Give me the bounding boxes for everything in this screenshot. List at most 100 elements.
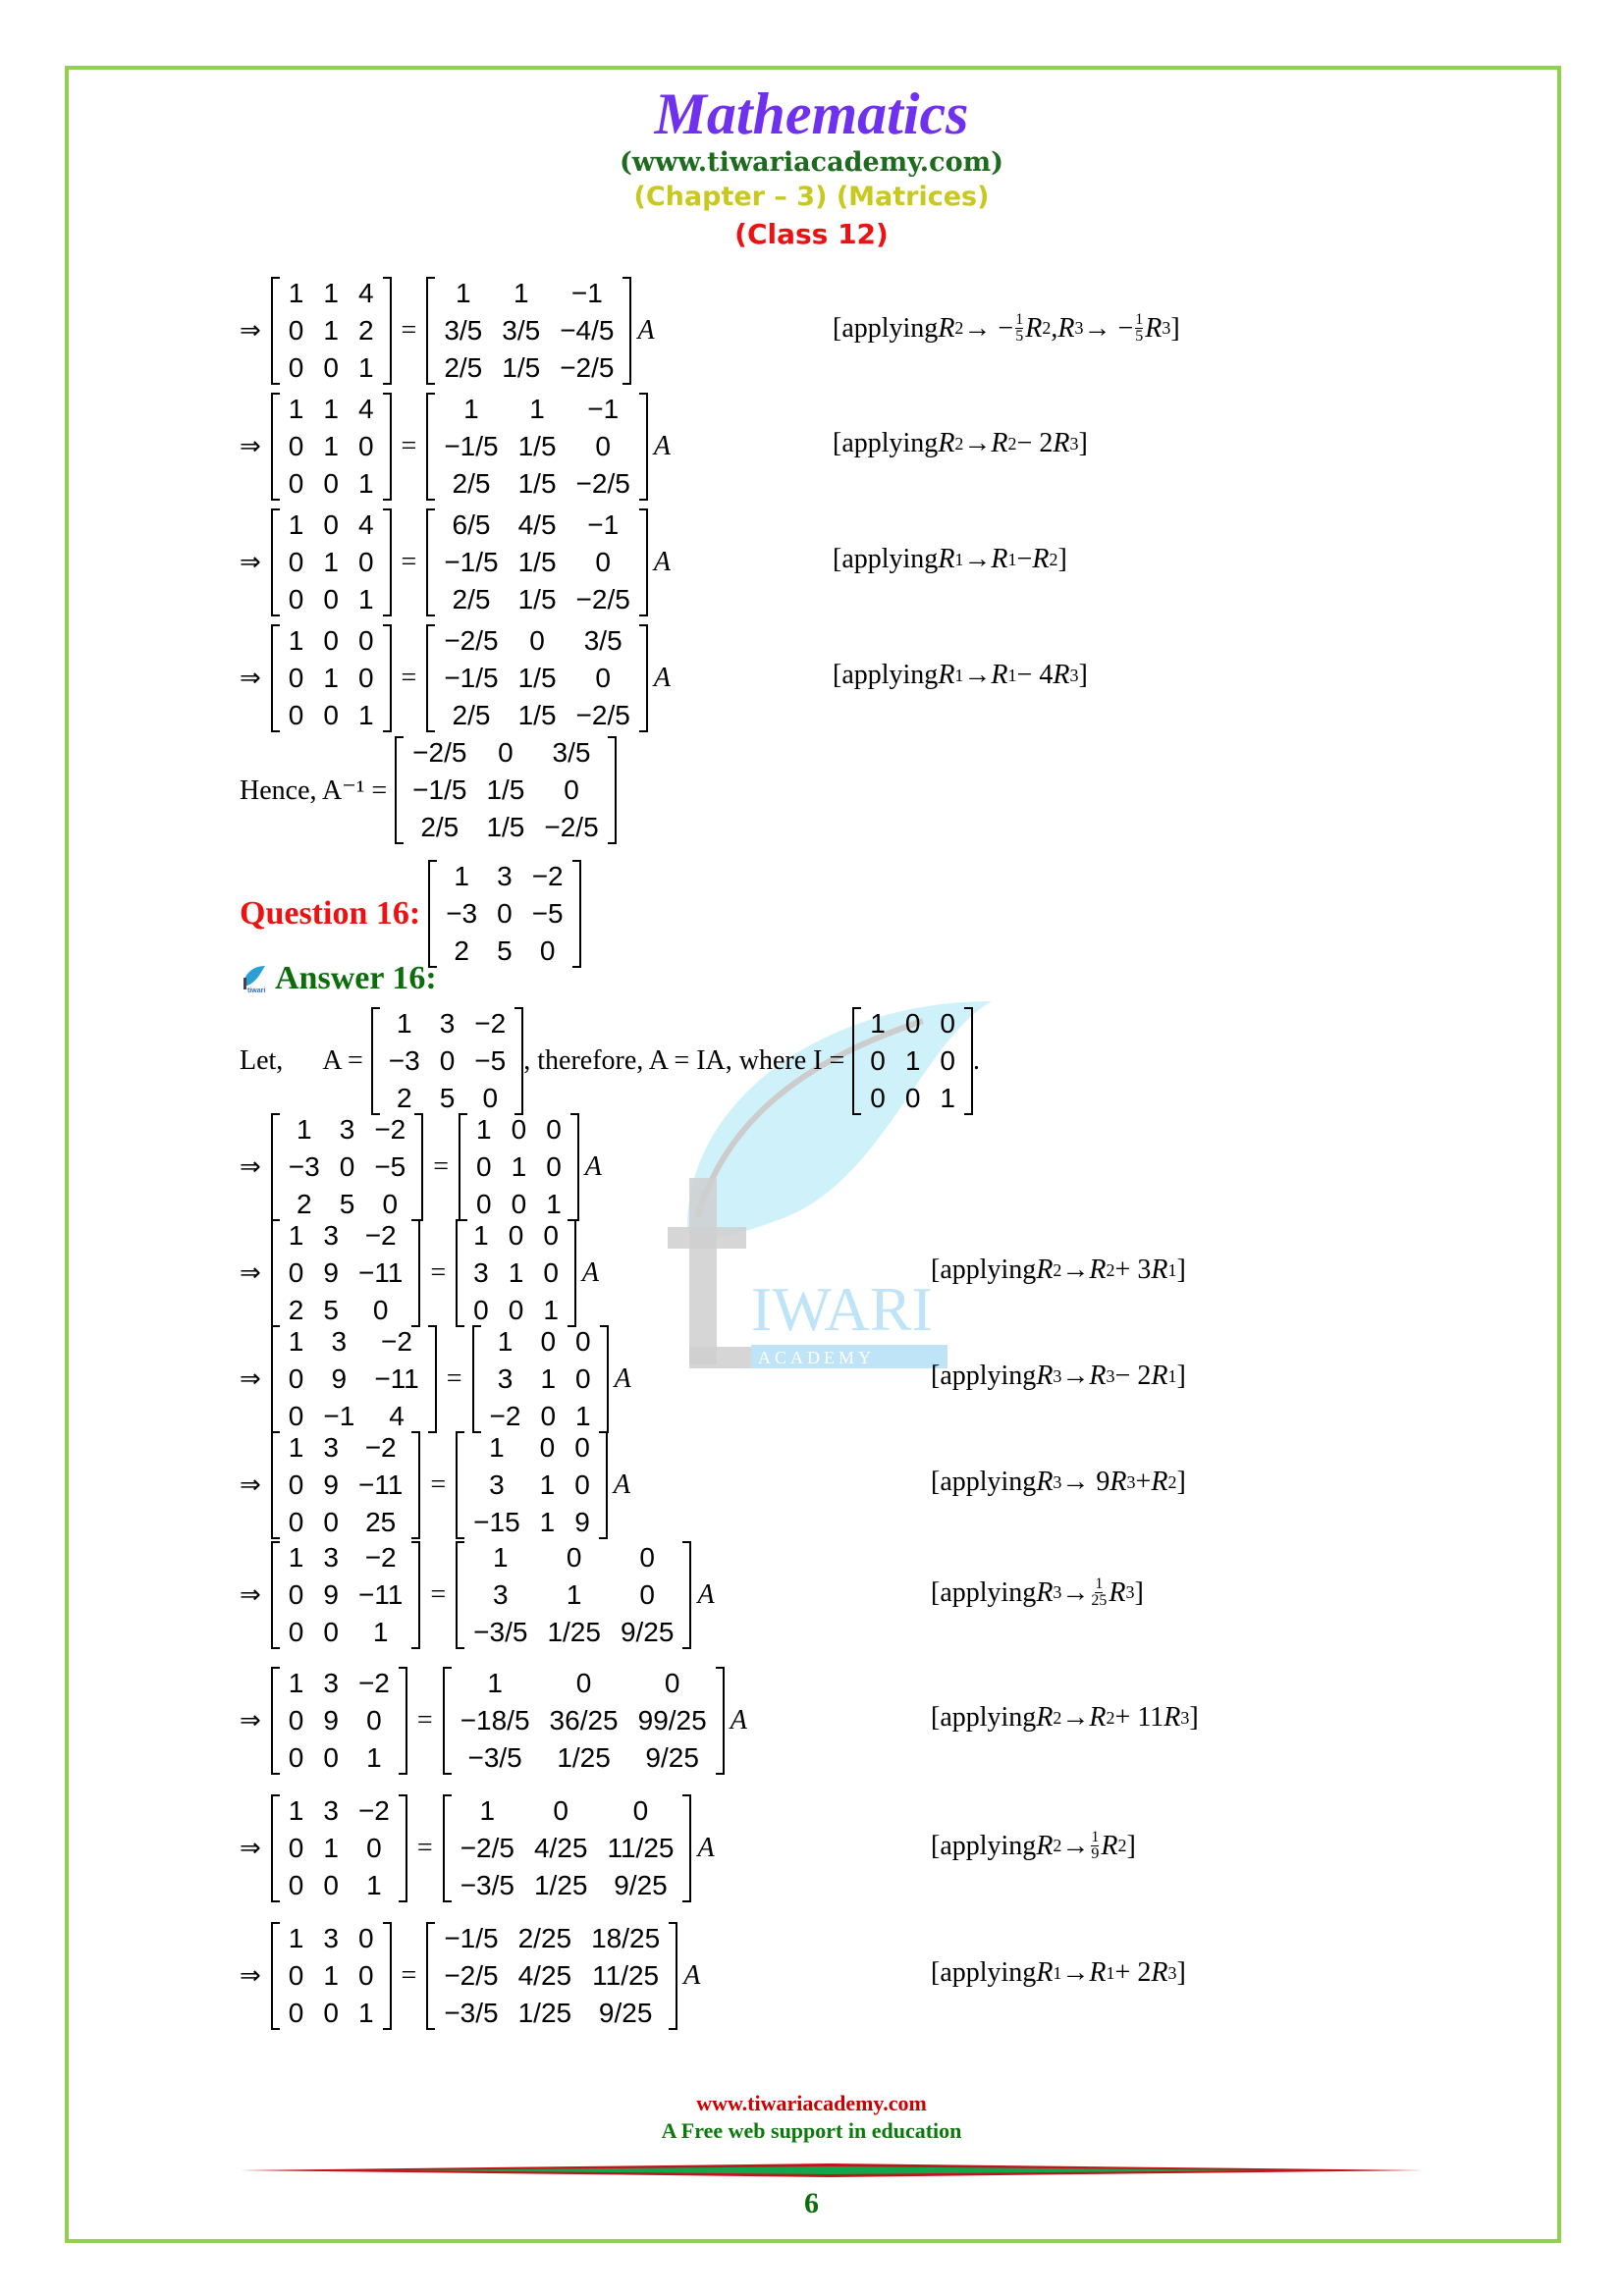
matrix-cell: −11 — [357, 1257, 404, 1288]
matrix-cell: 1 — [539, 1469, 556, 1500]
footer-divider — [241, 2163, 1424, 2177]
matrix-cell: 0 — [904, 1083, 921, 1113]
matrix-A: A — [697, 1579, 715, 1610]
matrix-cell: 0 — [288, 1507, 304, 1537]
matrix-cell: 3 — [323, 1668, 339, 1698]
matrix-A: A — [683, 1960, 701, 1991]
matrix-cell: 1/25 — [533, 1870, 588, 1900]
matrix-cell: 2/5 — [452, 584, 491, 614]
matrix-cell: −2 — [364, 1432, 397, 1463]
matrix-cell: 1/5 — [486, 774, 525, 805]
matrix-cell: 1 — [546, 1189, 562, 1219]
matrix-cell: 1 — [463, 394, 479, 424]
matrix-cell: −2/5 — [544, 812, 599, 842]
matrix-cell: −1/5 — [444, 663, 499, 693]
implies-symbol: ⇒ — [240, 316, 261, 346]
matrix-cell: 25 — [365, 1507, 397, 1537]
matrix-cell: −2 — [531, 861, 564, 891]
matrix-cell: −2 — [381, 1326, 412, 1357]
matrix-cell: 0 — [288, 315, 304, 346]
matrix-cell: 1/25 — [547, 1617, 601, 1647]
matrix-cell: 1 — [296, 1114, 312, 1145]
matrix-cell: 3 — [497, 861, 513, 891]
left-matrix: 130010001 — [270, 1920, 392, 2032]
matrix-cell: −2/5 — [444, 625, 499, 656]
matrix-cell: 0 — [288, 1579, 304, 1610]
matrix-cell: 0 — [476, 1151, 492, 1182]
matrix-cell: 3 — [439, 1008, 456, 1039]
right-matrix: −1/5 2/25 18/25 −2/5 4/25 11/25 −3/5 1/25 9/25 — [426, 1920, 678, 2032]
result-inverse: Hence, A⁻¹ = −2/5 0 3/5 −1/5 1/5 0 2/5 1/5 −2/5 — [240, 734, 617, 846]
matrix-cell: 0 — [870, 1083, 886, 1113]
let-statement: Let, A = 1 3 −2 −3 0 −5 2 5 0, therefore, A = IA, … — [240, 1005, 980, 1117]
matrix-cell: 1 — [288, 625, 304, 656]
left-matrix: 1 3 −2 0 1 0 0 0 1 — [270, 1792, 407, 1904]
matrix-A: A — [613, 1469, 630, 1500]
footer-site[interactable]: www.tiwariacademy.com — [0, 2091, 1623, 2116]
matrix-cell: 2 — [296, 1189, 312, 1219]
matrix-A: A — [697, 1833, 715, 1863]
matrix-cell: −2/5 — [460, 1833, 514, 1863]
matrix-cell: 9 — [323, 1705, 339, 1735]
right-matrix: −2/5 0 3/5 −1/5 1/5 0 2/5 1/5 −2/5 — [426, 622, 648, 734]
matrix-cell: −2/5 — [575, 700, 630, 730]
answer-heading: tiwari Answer 16: — [240, 960, 437, 997]
header-class: (Class 12) — [734, 218, 889, 250]
matrix-cell: −1 — [587, 394, 620, 424]
implies-symbol: ⇒ — [240, 1961, 261, 1991]
matrix-cell: 3 — [339, 1114, 355, 1145]
matrix-cell: −2 — [364, 1220, 397, 1251]
matrix-cell: 0 — [288, 1833, 304, 1863]
matrix-cell: 0 — [323, 584, 339, 614]
matrix-cell: 36/25 — [549, 1705, 619, 1735]
matrix-cell: −11 — [374, 1363, 419, 1394]
row-operation-note: [applying R3 → 9R3 + R 2] — [931, 1467, 1186, 1497]
equals-sign: = — [401, 663, 417, 693]
matrix-cell: 1 — [323, 547, 339, 577]
implies-symbol: ⇒ — [240, 664, 261, 693]
left-matrix: 104010001 — [270, 507, 392, 618]
therefore-text: , therefore, A = IA, where I = — [523, 1045, 845, 1076]
row-operation-note: [applying R2 → R2 + 3 R 1] — [931, 1255, 1186, 1285]
matrix-cell: 0 — [288, 1401, 304, 1431]
header-chapter: (Chapter – 3) (Matrices) — [633, 182, 990, 212]
matrix-cell: 0 — [288, 1257, 304, 1288]
question-matrix: 1 3 −2 −3 0 −5 2 5 0 — [428, 858, 582, 970]
implies-symbol: ⇒ — [240, 1470, 261, 1500]
matrix-cell: 0 — [323, 1870, 339, 1900]
let-label: Let, — [240, 1045, 284, 1076]
matrix-cell: 0 — [357, 547, 374, 577]
matrix-cell: −2/5 — [412, 737, 467, 768]
matrix-cell: 0 — [288, 431, 304, 461]
equation-row: ⇒ 1 3 −2 0 9 −11 0 −1 4 = 1 0 0 3 1 0 −2 0 1 A — [240, 1323, 631, 1435]
matrix-cell: −1/5 — [444, 431, 499, 461]
matrix-cell: 4/5 — [517, 509, 557, 540]
matrix-cell: 0 — [595, 547, 611, 577]
matrix-cell: 0 — [870, 1045, 886, 1076]
matrix-cell: 18/25 — [591, 1923, 661, 1953]
matrix-cell: 1 — [497, 1326, 514, 1357]
matrix-cell: 2/5 — [444, 352, 483, 383]
matrix-cell: 0 — [372, 1295, 389, 1325]
matrix-cell: 0 — [511, 1189, 527, 1219]
matrix-cell: 1/5 — [517, 700, 557, 730]
matrix-cell: 2 — [396, 1083, 412, 1113]
row-operation-note: [applying R3 → R3 − 2 R 1] — [931, 1361, 1186, 1391]
matrix-cell: −15 — [473, 1507, 520, 1537]
matrix-cell: 0 — [498, 737, 514, 768]
matrix-cell: 0 — [508, 1295, 524, 1325]
matrix-cell: 0 — [539, 935, 556, 966]
matrix-cell: −5 — [374, 1151, 406, 1182]
left-matrix: 114010001 — [270, 391, 392, 503]
matrix-cell: 0 — [546, 1151, 562, 1182]
matrix-cell: 0 — [288, 1742, 304, 1773]
left-matrix: 114012001 — [270, 275, 392, 387]
matrix-cell: 1/25 — [517, 1998, 572, 2028]
equals-sign: = — [416, 1833, 433, 1863]
matrix-cell: 0 — [632, 1795, 649, 1826]
matrix-cell: 0 — [323, 1617, 339, 1647]
matrix-cell: 1 — [566, 1579, 582, 1610]
equation-row: ⇒ 1 3 −2 0 9 −11 0 0 25 = 1 0 0 3 1 0 −15 1 9 A — [240, 1429, 630, 1541]
equals-sign: = — [416, 1705, 433, 1735]
matrix-cell: −11 — [357, 1469, 404, 1500]
